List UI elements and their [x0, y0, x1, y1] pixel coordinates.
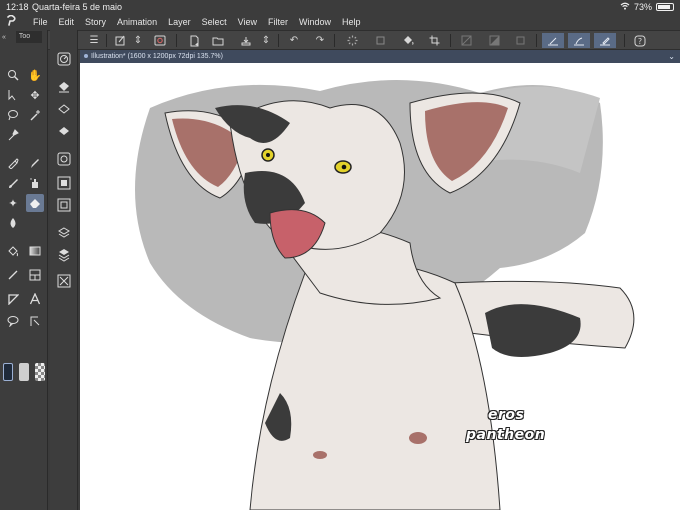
tool-palette: « Too ✋ ✥ ✦ [0, 30, 48, 510]
sub-color-swatch[interactable] [19, 363, 29, 381]
text-icon[interactable] [26, 290, 44, 308]
save-icon[interactable] [238, 33, 254, 48]
menu-edit[interactable]: Edit [59, 17, 75, 27]
balloon-icon[interactable] [4, 312, 22, 330]
lasso-icon[interactable] [4, 106, 22, 124]
ruler-icon[interactable] [4, 290, 22, 308]
battery-icon [656, 3, 674, 11]
collapse-icon[interactable]: « [2, 34, 6, 41]
sub-tool-icon[interactable] [55, 78, 73, 96]
sub-tool-2-icon[interactable] [55, 100, 73, 118]
watermark-line-2: pantheon [466, 427, 546, 443]
tool-palette-tab[interactable]: Too [15, 31, 42, 43]
move-layer-icon[interactable]: ✥ [26, 86, 44, 104]
pen-icon[interactable] [4, 154, 22, 172]
save-options-chevron-icon[interactable]: ⇕ [258, 33, 274, 48]
transform-grid-icon[interactable] [372, 33, 388, 48]
companion-mode-icon[interactable] [152, 33, 168, 48]
menu-window[interactable]: Window [299, 17, 331, 27]
magic-wand-icon[interactable] [26, 106, 44, 124]
menu-bar: File Edit Story Animation Layer Select V… [0, 14, 680, 30]
material-icon[interactable] [55, 272, 73, 290]
menu-help[interactable]: Help [342, 17, 361, 27]
watermark-line-1: eros [488, 407, 525, 423]
tool-palette-header: « Too [0, 30, 47, 44]
menu-layer[interactable]: Layer [168, 17, 191, 27]
illustration [135, 79, 635, 510]
side-panel-strip [50, 30, 78, 510]
frame-border-icon[interactable] [26, 266, 44, 284]
status-date: Quarta-feira 5 de maio [32, 2, 123, 12]
figure-icon[interactable] [4, 266, 22, 284]
menu-story[interactable]: Story [85, 17, 106, 27]
menu-animation[interactable]: Animation [117, 17, 157, 27]
quick-access-icon[interactable] [112, 33, 128, 48]
stabilizer-line-icon[interactable] [542, 33, 564, 48]
correct-line-icon[interactable] [26, 312, 44, 330]
document-tab[interactable]: Illustration* (1600 x 1200px 72dpi 135.7… [80, 50, 680, 63]
brush-icon[interactable] [4, 174, 22, 192]
sub-tool-3-icon[interactable] [55, 122, 73, 140]
menu-filter[interactable]: Filter [268, 17, 288, 27]
menu-select[interactable]: Select [202, 17, 227, 27]
clear-selection-icon[interactable] [512, 33, 528, 48]
modified-dot-icon [84, 54, 88, 59]
gradient-icon[interactable] [26, 242, 44, 260]
menu-file[interactable]: File [33, 17, 48, 27]
stabilizer-curve-icon[interactable] [568, 33, 590, 48]
operation-icon[interactable] [4, 86, 22, 104]
fill-selection-icon[interactable] [486, 33, 502, 48]
stabilizer-pen-icon[interactable] [594, 33, 616, 48]
eyedropper-icon[interactable] [4, 126, 22, 144]
wifi-icon [620, 0, 630, 14]
transparent-color-swatch[interactable] [35, 363, 45, 381]
navigator-icon[interactable] [55, 50, 73, 68]
new-file-icon[interactable] [186, 33, 202, 48]
nipple-left [313, 451, 327, 459]
nipple-right [409, 432, 427, 444]
blend-icon[interactable] [4, 214, 22, 232]
battery-percent: 73% [633, 2, 652, 12]
undo-icon[interactable]: ↶ [286, 33, 302, 48]
fill-bucket-icon[interactable] [400, 33, 416, 48]
layer-property-icon[interactable] [55, 224, 73, 242]
canvas-area: Illustration* (1600 x 1200px 72dpi 135.7… [80, 50, 680, 510]
fill-icon[interactable] [4, 242, 22, 260]
artboard[interactable]: eros pantheon [80, 63, 680, 510]
decoration-icon[interactable]: ✦ [4, 194, 22, 212]
loading-spinner-icon[interactable] [344, 33, 360, 48]
chevron-down-icon[interactable]: ⌄ [668, 50, 675, 63]
status-bar: 12:18 Quarta-feira 5 de maio 73% [0, 0, 680, 14]
swap-arrows-icon[interactable]: ⇕ [130, 33, 146, 48]
crop-icon[interactable] [426, 33, 442, 48]
menu-view[interactable]: View [238, 17, 257, 27]
hide-selection-icon[interactable] [458, 33, 474, 48]
command-bar: ☰ ⇕ ⇕ ↶ ↷ ? [0, 30, 680, 50]
open-folder-icon[interactable] [210, 33, 226, 48]
pencil-icon[interactable] [26, 154, 44, 172]
layers-icon[interactable] [55, 246, 73, 264]
help-icon[interactable]: ? [632, 33, 648, 48]
zoom-icon[interactable] [4, 66, 22, 84]
airbrush-icon[interactable] [26, 174, 44, 192]
clip-studio-logo-icon[interactable] [0, 14, 22, 29]
eraser-icon[interactable] [26, 194, 44, 212]
main-color-swatch[interactable] [3, 363, 13, 381]
hamburger-menu-icon[interactable]: ☰ [86, 33, 102, 48]
clip-studio-window: 12:18 Quarta-feira 5 de maio 73% File Ed… [0, 0, 680, 510]
tool-property-icon[interactable] [55, 150, 73, 168]
brush-size-icon[interactable] [55, 174, 73, 192]
svg-text:?: ? [638, 37, 642, 46]
color-wheel-icon[interactable] [55, 196, 73, 214]
redo-icon[interactable]: ↷ [312, 33, 328, 48]
status-right: 73% [620, 0, 674, 14]
document-title: Illustration* (1600 x 1200px 72dpi 135.7… [91, 53, 223, 60]
status-time: 12:18 [6, 2, 29, 12]
hand-icon[interactable]: ✋ [26, 66, 44, 84]
